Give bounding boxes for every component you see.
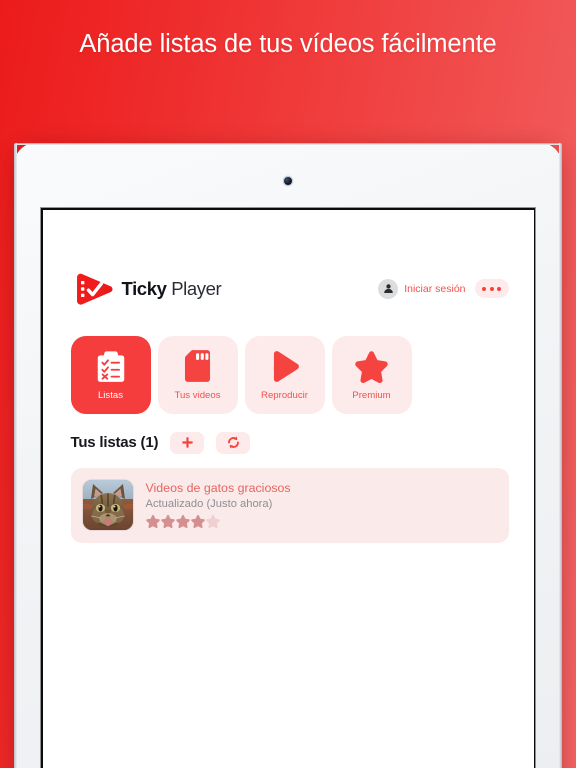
tile-label-tus-videos: Tus videos <box>174 390 221 401</box>
dot-2 <box>489 286 494 291</box>
more-dots-icon[interactable] <box>474 279 509 298</box>
star-filled-icon <box>175 514 190 529</box>
login-label: Iniciar sesión <box>404 282 466 295</box>
brand-name-bold: Ticky <box>121 277 167 299</box>
tablet-edge-top <box>14 143 562 145</box>
playlist-title: Videos de gatos graciosos <box>145 481 291 495</box>
playlist-subtitle: Actualizado (Justo ahora) <box>145 498 273 510</box>
dot-1 <box>482 286 486 291</box>
section-title: Tus listas (1) <box>70 434 159 451</box>
app-screen: Ticky Player Iniciar sesión Listas Tus v… <box>42 209 534 768</box>
header-actions: Iniciar sesión <box>378 278 509 299</box>
tile-label-premium: Premium <box>352 390 391 401</box>
tile-tus-videos[interactable]: Tus videos <box>157 335 238 414</box>
refresh-playlists-button[interactable] <box>216 431 251 454</box>
category-tiles: Listas Tus videos Reproducir Premium <box>70 335 509 414</box>
camera-dot-icon <box>284 177 292 185</box>
dot-3 <box>497 286 501 291</box>
tile-label-reproducir: Reproducir <box>261 390 308 401</box>
playlist-text: Videos de gatos graciosos Actualizado (J… <box>146 481 291 529</box>
tablet-device: Ticky Player Iniciar sesión Listas Tus v… <box>14 143 562 768</box>
tile-reproducir[interactable]: Reproducir <box>244 335 325 414</box>
section-header: Tus listas (1) <box>71 430 509 456</box>
person-icon <box>378 278 399 299</box>
promo-headline: Añade listas de tus vídeos fácilmente <box>79 30 497 58</box>
brand-name-light: Player <box>166 277 222 299</box>
rating-stars[interactable] <box>145 514 291 529</box>
tablet-edge-right <box>559 143 562 768</box>
tile-premium[interactable]: Premium <box>331 335 412 414</box>
refresh-sync-icon <box>227 436 239 449</box>
tile-label-listas: Listas <box>97 390 124 401</box>
tile-listas[interactable]: Listas <box>70 335 151 414</box>
plus-icon <box>181 437 193 448</box>
clipboard-checklist-icon <box>96 348 126 384</box>
sd-card-icon <box>184 348 211 384</box>
cat-photo-thumbnail <box>82 480 133 530</box>
star-filled-icon <box>145 514 160 529</box>
screen-bezel: Ticky Player Iniciar sesión Listas Tus v… <box>41 208 535 768</box>
brand-wordmark: Ticky Player <box>122 278 222 300</box>
tablet-edge-left <box>14 143 17 768</box>
ticky-player-logo-icon <box>71 271 115 307</box>
login-button[interactable]: Iniciar sesión <box>378 278 466 299</box>
playlist-card[interactable]: Videos de gatos graciosos Actualizado (J… <box>70 467 509 543</box>
play-triangle-icon <box>268 348 301 384</box>
star-icon <box>354 348 389 384</box>
app-header: Ticky Player Iniciar sesión <box>71 272 509 306</box>
star-filled-icon <box>160 514 175 529</box>
star-empty-icon <box>205 514 220 529</box>
star-filled-icon <box>190 514 205 529</box>
promo-stage: Añade listas de tus vídeos fácilmente Ti… <box>0 0 576 768</box>
add-playlist-button[interactable] <box>170 431 205 454</box>
